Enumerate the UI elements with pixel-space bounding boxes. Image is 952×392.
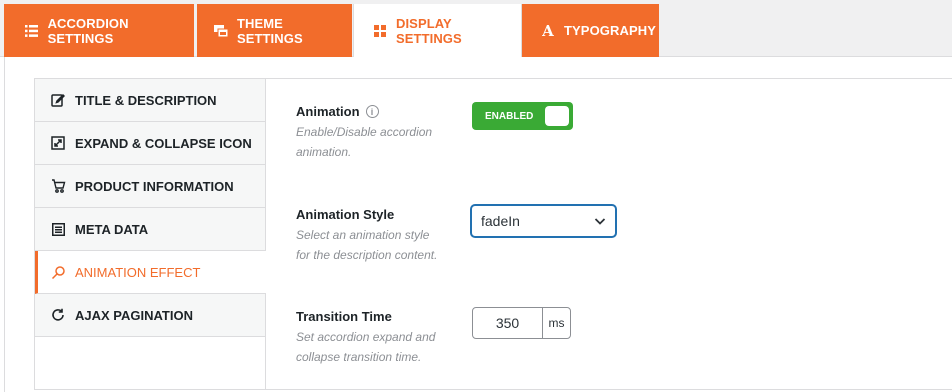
expand-collapse-icon [50,135,66,151]
sidebar-item-label: AJAX PAGINATION [75,307,193,323]
grid-icon [372,23,388,39]
sidebar-item-label: META DATA [75,221,149,237]
tab-accordion-settings[interactable]: ACCORDION SETTINGS [4,4,194,57]
display-settings-box: TITLE & DESCRIPTION EXPAND & COLLAPSE IC… [34,78,952,390]
transition-time-label: Transition Time [296,309,392,324]
transition-time-desc-line-1: Set accordion expand and [296,330,436,344]
theme-icon [213,23,229,39]
animation-label: Animation i [296,104,432,119]
transition-time-description: Set accordion expand and collapse transi… [296,327,435,367]
tab-label: THEME SETTINGS [236,15,303,46]
settings-tab-bar: ACCORDION SETTINGS THEME SETTINGS DISPLA… [0,0,952,58]
tab-label: ACCORDION SETTINGS [47,15,129,46]
sidebar-item-label: ANIMATION EFFECT [75,264,201,280]
chevron-down-icon [593,214,607,228]
toggle-knob [545,106,569,126]
animation-style-label: Animation Style [296,207,395,222]
animation-style-select[interactable]: fadeIn [471,205,616,237]
refresh-icon [50,307,66,323]
tab-typography[interactable]: A TYPOGRAPHY [522,4,659,57]
sidebar-item-label: PRODUCT INFORMATION [75,178,234,194]
transition-time-input-group: 350 ms [472,307,571,339]
animation-label-text: Animation [296,104,360,119]
sidebar-item-ajax-pagination[interactable]: AJAX PAGINATION [35,294,265,337]
tab-display-settings[interactable]: DISPLAY SETTINGS [353,4,522,58]
toggle-label: ENABLED [485,110,534,122]
animation-style-setting: Animation Style Select an animation styl… [296,207,437,265]
info-icon[interactable]: i [365,105,379,118]
typography-icon: A [542,21,554,40]
animation-style-description: Select an animation style for the descri… [296,225,437,265]
meta-data-icon [50,221,66,237]
settings-panel: TITLE & DESCRIPTION EXPAND & COLLAPSE IC… [4,57,952,392]
animation-style-desc-line-2: for the description content. [296,248,438,262]
sidebar-item-label: TITLE & DESCRIPTION [75,92,217,108]
animation-desc-line-1: Enable/Disable accordion [296,125,433,139]
transition-time-desc-line-2: collapse transition time. [296,350,422,364]
sidebar-item-expand-collapse-icon[interactable]: EXPAND & COLLAPSE ICON [35,122,265,165]
sidebar-item-label: EXPAND & COLLAPSE ICON [75,135,252,151]
tab-theme-settings[interactable]: THEME SETTINGS [197,4,352,57]
magic-wand-icon [50,264,66,280]
sidebar-item-meta-data[interactable]: META DATA [35,208,265,251]
tab-label: DISPLAY SETTINGS [395,16,462,46]
transition-time-setting: Transition Time Set accordion expand and… [296,309,435,367]
transition-time-input[interactable]: 350 [473,308,543,338]
animation-description: Enable/Disable accordion animation. [296,122,432,162]
animation-style-value: fadeIn [481,213,520,229]
sidebar-item-title-description[interactable]: TITLE & DESCRIPTION [35,79,265,122]
sidebar-menu: TITLE & DESCRIPTION EXPAND & COLLAPSE IC… [35,79,266,389]
tab-label: TYPOGRAPHY [564,23,657,38]
animation-desc-line-2: animation. [296,145,352,159]
list-icon [24,23,40,39]
animation-style-desc-line-1: Select an animation style [296,228,430,242]
animation-toggle[interactable]: ENABLED [472,102,573,130]
sidebar-item-animation-effect[interactable]: ANIMATION EFFECT [35,251,266,294]
transition-time-unit: ms [543,308,570,338]
cart-icon [50,178,66,194]
animation-setting: Animation i Enable/Disable accordion ani… [296,104,432,162]
sidebar-item-product-information[interactable]: PRODUCT INFORMATION [35,165,265,208]
edit-icon [50,92,66,108]
